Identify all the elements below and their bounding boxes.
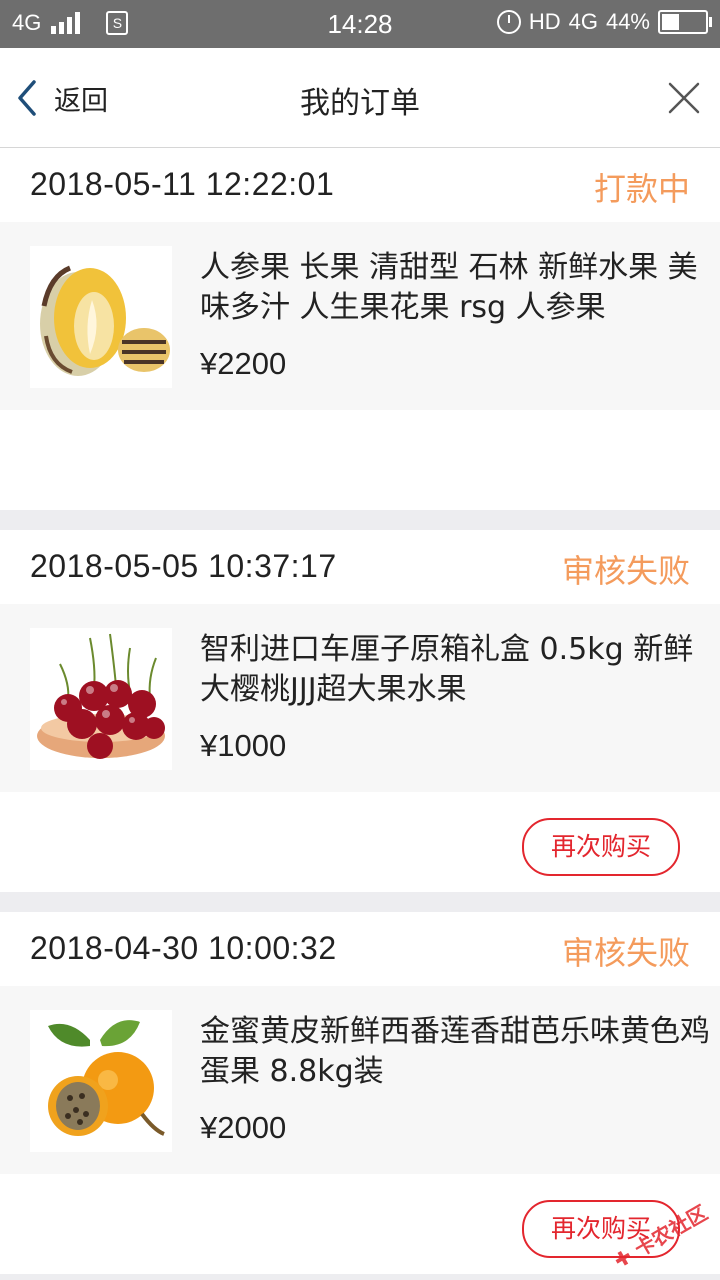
rebuy-button[interactable]: 再次购买 (522, 818, 680, 876)
order-time: 2018-05-11 12:22:01 (30, 166, 335, 202)
alarm-icon (496, 10, 521, 34)
order-header: 2018-05-11 12:22:01 打款中 (0, 148, 720, 222)
product-price: ¥2000 (200, 1110, 287, 1145)
close-icon[interactable] (664, 78, 704, 118)
order-header: 2018-05-05 10:37:17 审核失败 (0, 530, 720, 604)
product-name: 金蜜黄皮新鲜西番莲香甜芭乐味黄色鸡蛋果 8.8kg装 (200, 1014, 710, 1089)
product-image-ginseng-fruit (30, 246, 172, 388)
order-status: 审核失败 (561, 934, 690, 972)
product-price: ¥2200 (200, 346, 287, 381)
status-bar: 4G S 14:28 HD 4G 44% (0, 0, 720, 48)
order-card[interactable]: 2018-04-30 10:00:32 审核失败 金蜜黄皮新鲜西番莲香甜芭乐味黄… (0, 912, 720, 1274)
order-card[interactable]: 2018-05-05 10:37:17 审核失败 智利进口车厘子原箱礼盒 0.5… (0, 530, 720, 892)
product-image-cherries (30, 628, 172, 770)
order-time: 2018-04-30 10:00:32 (30, 930, 337, 966)
order-footer: 再次购买 (0, 1174, 720, 1274)
product-name: 智利进口车厘子原箱礼盒 0.5kg 新鲜大樱桃JJJ超大果水果 (200, 632, 694, 707)
battery-fill (662, 14, 679, 30)
order-card[interactable]: 2018-05-11 12:22:01 打款中 人参果 长果 清甜型 石林 新鲜… (0, 148, 720, 510)
product-name: 人参果 长果 清甜型 石林 新鲜水果 美味多汁 人生果花果 rsg 人参果 (200, 250, 698, 325)
battery-percent: 44% (605, 9, 650, 34)
order-header: 2018-04-30 10:00:32 审核失败 (0, 912, 720, 986)
order-item[interactable]: 智利进口车厘子原箱礼盒 0.5kg 新鲜大樱桃JJJ超大果水果 ¥1000 (0, 604, 720, 792)
hd-label: HD (528, 9, 561, 34)
product-price: ¥1000 (200, 728, 287, 763)
order-status: 打款中 (593, 170, 690, 208)
network-type-right-label: 4G (568, 9, 598, 34)
order-item[interactable]: 人参果 长果 清甜型 石林 新鲜水果 美味多汁 人生果花果 rsg 人参果 ¥2… (0, 222, 720, 410)
product-image-passion-fruit (30, 1010, 172, 1152)
order-footer (0, 410, 720, 510)
order-footer: 再次购买 (0, 792, 720, 892)
page-title: 我的订单 (300, 86, 420, 121)
order-list: 2018-05-11 12:22:01 打款中 人参果 长果 清甜型 石林 新鲜… (0, 148, 720, 1274)
order-time: 2018-05-05 10:37:17 (30, 548, 337, 584)
order-status: 审核失败 (561, 552, 690, 590)
battery-icon (658, 10, 712, 34)
order-item[interactable]: 金蜜黄皮新鲜西番莲香甜芭乐味黄色鸡蛋果 8.8kg装 ¥2000 (0, 986, 720, 1174)
nav-bar: 返回 我的订单 (0, 48, 720, 148)
status-right: HD 4G 44% (496, 9, 712, 35)
